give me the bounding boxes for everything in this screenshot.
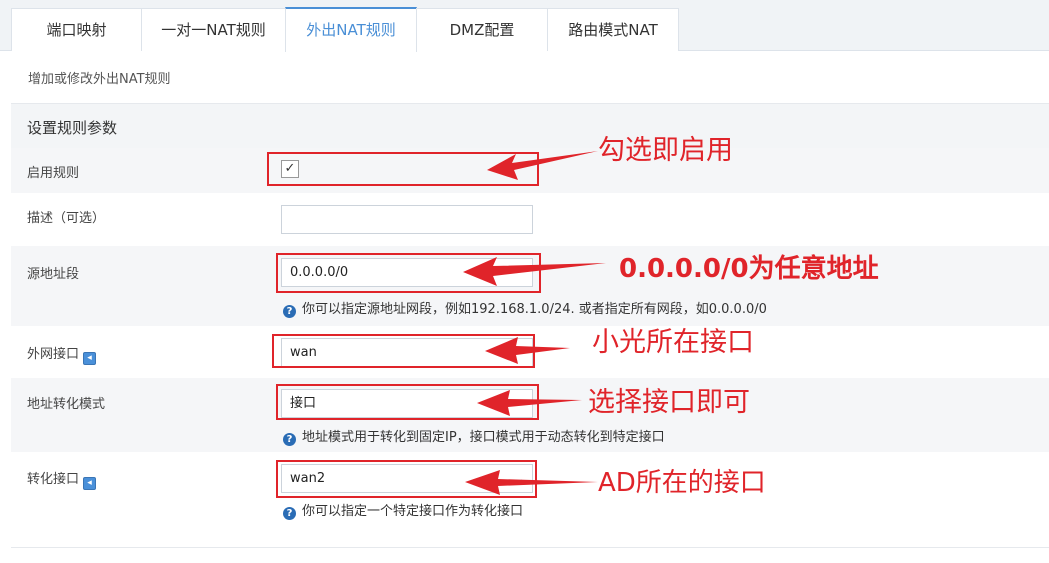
arrow-source <box>463 257 606 286</box>
arrow-enable <box>487 151 598 180</box>
arrow-mode <box>477 390 582 416</box>
annotation-enable: 勾选即启用 <box>598 135 733 166</box>
arrow-translate <box>465 470 598 495</box>
annotation-wan: 小光所在接口 <box>592 327 754 358</box>
annotation-source: 0.0.0.0/0为任意地址 <box>619 254 879 284</box>
annotation-mode: 选择接口即可 <box>588 387 750 418</box>
annotation-arrows <box>463 151 606 495</box>
annotation-translate: AD所在的接口 <box>598 468 766 498</box>
arrow-wan <box>485 337 570 364</box>
